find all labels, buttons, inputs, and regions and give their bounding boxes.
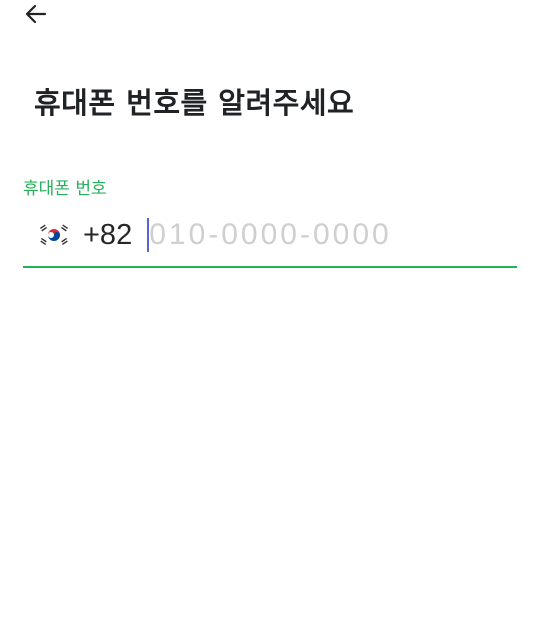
phone-field-label: 휴대폰 번호 [23,179,107,199]
arrow-left-icon [25,4,47,24]
south-korea-flag-icon [37,222,71,248]
page-title: 휴대폰 번호를 알려주세요 [34,86,355,120]
country-selector[interactable] [37,221,71,249]
phone-number-input[interactable] [149,218,450,252]
back-button[interactable] [20,0,52,28]
phone-number-field[interactable]: +82 [23,206,517,268]
country-code: +82 [83,218,133,251]
